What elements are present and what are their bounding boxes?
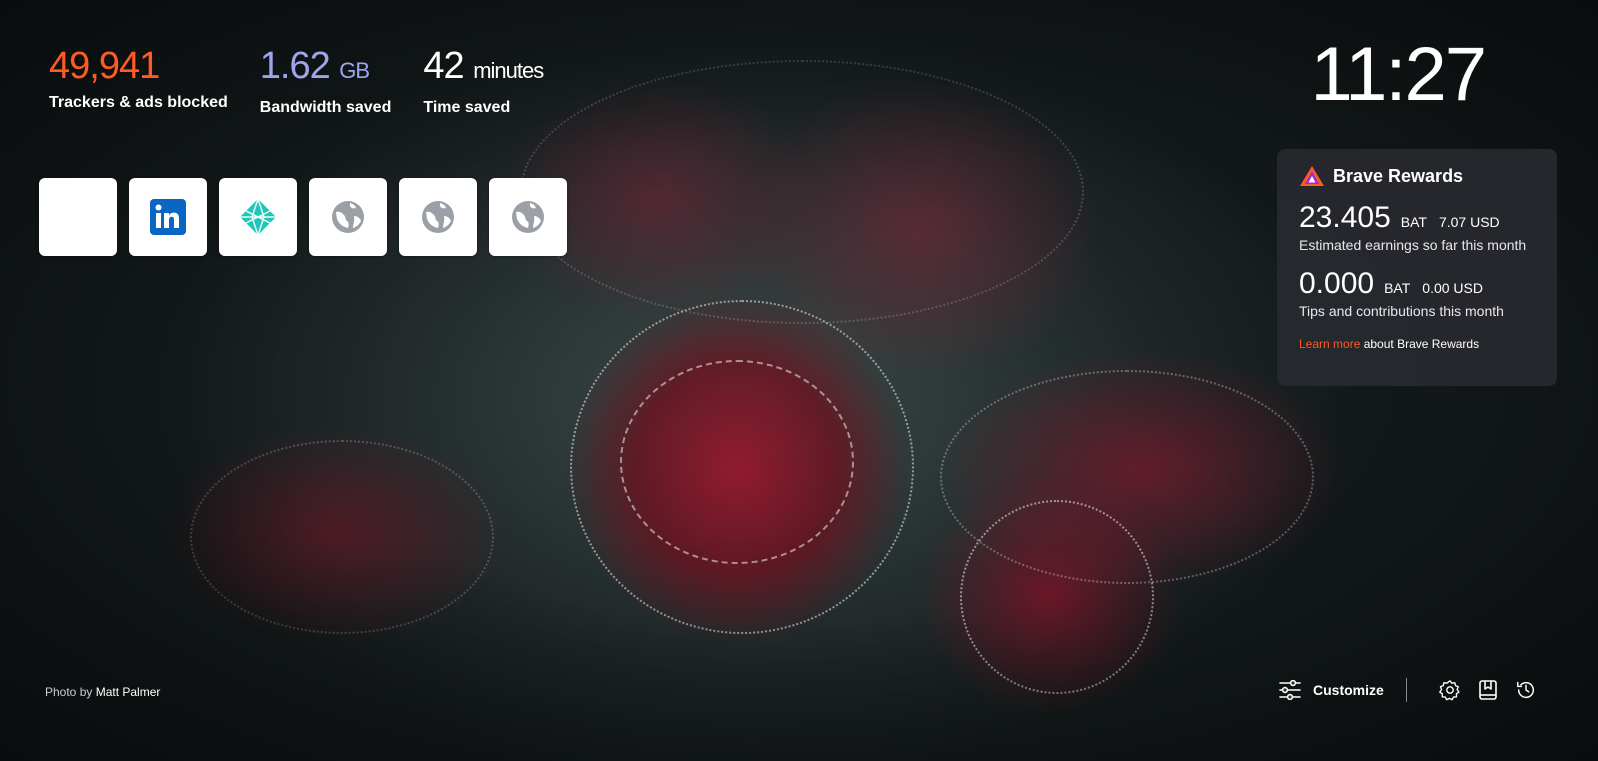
tips-row: 0.000 BAT 0.00 USD [1299, 267, 1535, 301]
earnings-currency: BAT [1400, 214, 1427, 230]
customize-label: Customize [1313, 682, 1384, 698]
bat-logo-icon [1300, 166, 1324, 186]
linkedin-icon [150, 199, 186, 235]
globe-icon [332, 201, 364, 233]
customize-button[interactable]: Customize [1279, 680, 1384, 700]
time-value: 42 [423, 45, 464, 87]
history-icon [1516, 681, 1534, 699]
rewards-header: Brave Rewards [1299, 165, 1535, 187]
top-site-tile[interactable] [39, 178, 117, 256]
bookmarks-icon [1478, 680, 1497, 700]
time-unit: minutes [473, 58, 544, 83]
bandwidth-value: 1.62 [259, 45, 331, 87]
trackers-label: Trackers & ads blocked [49, 94, 228, 111]
top-site-tile[interactable] [309, 178, 387, 256]
top-site-tile[interactable] [489, 178, 567, 256]
photo-credit-prefix: Photo by [45, 685, 96, 699]
photo-credit-author[interactable]: Matt Palmer [96, 685, 161, 699]
rewards-title: Brave Rewards [1333, 165, 1464, 186]
top-site-tile[interactable] [399, 178, 477, 256]
stat-bandwidth: 1.62 GB Bandwidth saved [260, 44, 392, 117]
tips-amount: 0.000 [1299, 267, 1375, 300]
learn-more-link[interactable]: Learn more [1299, 337, 1360, 351]
settings-button[interactable] [1438, 679, 1461, 701]
tips-currency: BAT [1384, 280, 1411, 296]
top-site-tile-linkedin[interactable] [129, 178, 207, 256]
tips-usd: 0.00 USD [1422, 280, 1483, 296]
sliders-icon [1279, 680, 1301, 700]
top-sites [39, 178, 579, 256]
trackers-count: 49,941 [49, 45, 160, 87]
footer-divider [1405, 678, 1407, 702]
stat-time: 42 minutes Time saved [423, 44, 544, 117]
learn-more-text: about Brave Rewards [1360, 337, 1480, 351]
earnings-label: Estimated earnings so far this month [1299, 237, 1527, 253]
bookmarks-button[interactable] [1477, 679, 1499, 701]
clock: 11:27 [1310, 32, 1487, 117]
time-label: Time saved [423, 99, 511, 116]
brave-rewards-widget: Brave Rewards 23.405 BAT 7.07 USD Estima… [1277, 149, 1557, 386]
globe-icon [512, 201, 544, 233]
learn-more-row: Learn more about Brave Rewards [1299, 337, 1535, 351]
netlify-icon [240, 198, 276, 236]
footer-controls: Customize [1279, 678, 1537, 702]
globe-icon [422, 201, 454, 233]
photo-credit: Photo by Matt Palmer [45, 685, 160, 699]
settings-icon [1438, 680, 1460, 701]
tips-label: Tips and contributions this month [1299, 303, 1504, 319]
earnings-amount: 23.405 [1299, 201, 1391, 234]
stat-trackers: 49,941 Trackers & ads blocked [49, 44, 228, 117]
stats-panel: 49,941 Trackers & ads blocked 1.62 GB Ba… [49, 44, 575, 117]
bandwidth-unit: GB [339, 58, 370, 83]
history-button[interactable] [1515, 679, 1537, 701]
earnings-usd: 7.07 USD [1438, 214, 1500, 230]
bandwidth-value-row: 1.62 GB [260, 44, 392, 93]
earnings-row: 23.405 BAT 7.07 USD [1299, 201, 1535, 235]
top-site-tile-netlify[interactable] [219, 178, 297, 256]
bandwidth-label: Bandwidth saved [259, 99, 392, 116]
time-value-row: 42 minutes [423, 44, 544, 93]
